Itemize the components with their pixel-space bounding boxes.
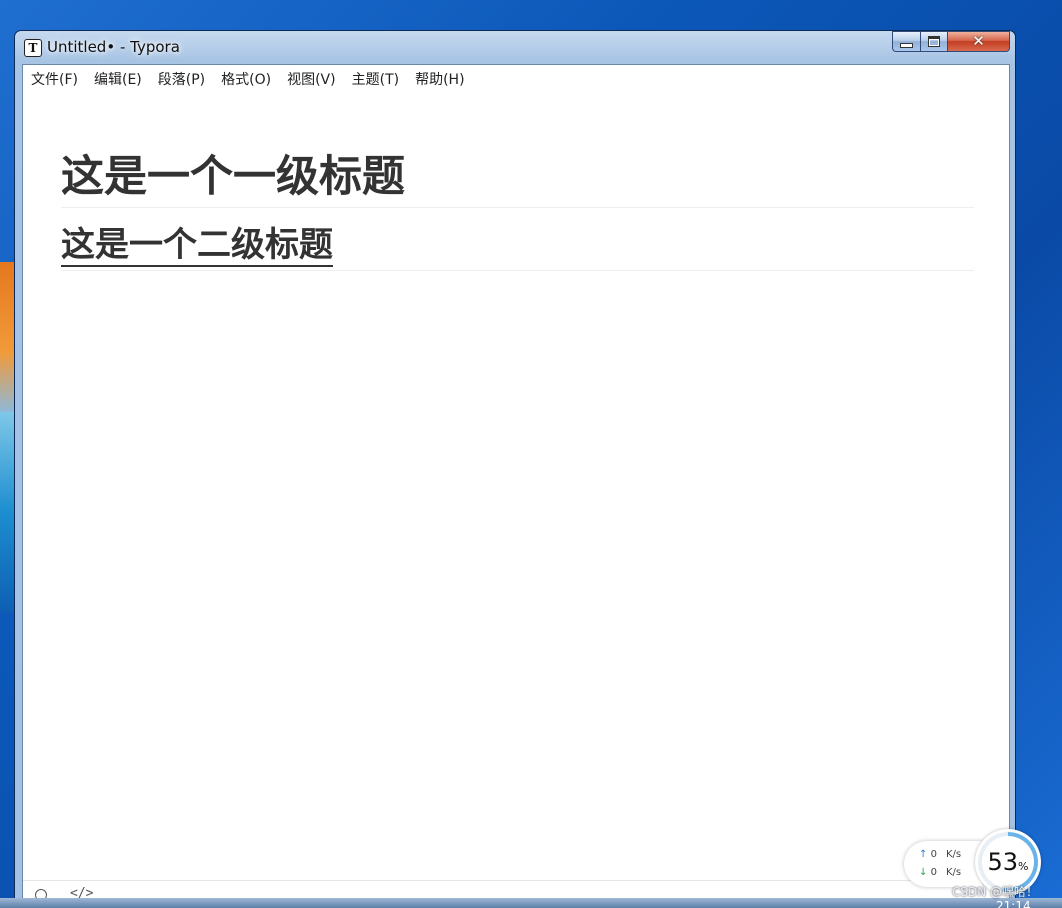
download-unit: K/s [946, 867, 962, 878]
heading-level-2[interactable]: 这是一个二级标题 [61, 224, 974, 271]
menu-help[interactable]: 帮助(H) [415, 69, 464, 89]
cpu-usage-value: 53 [987, 848, 1019, 876]
typora-app-icon[interactable]: T [24, 39, 42, 57]
upload-speed: ↑ 0 [919, 849, 937, 860]
heading-level-1[interactable]: 这是一个一级标题 [61, 151, 974, 208]
close-button[interactable]: ✕ [947, 31, 1010, 52]
client-area: 文件(F) 编辑(E) 段落(P) 格式(O) 视图(V) 主题(T) 帮助(H… [22, 64, 1010, 908]
cpu-usage-unit: % [1018, 860, 1029, 873]
menu-theme[interactable]: 主题(T) [352, 69, 399, 89]
menu-edit[interactable]: 编辑(E) [94, 69, 142, 89]
taskbar-clock[interactable]: 21:14 [996, 899, 1031, 908]
title-bar[interactable]: T Untitled• - Typora ✕ [15, 31, 1015, 64]
upload-unit: K/s [946, 849, 962, 860]
csdn-watermark: CSDN @嘿哈！ [952, 885, 1039, 899]
download-speed: ↓ 0 [919, 867, 937, 878]
menu-paragraph[interactable]: 段落(P) [158, 69, 205, 89]
network-speed-widget[interactable]: ↑ 0 K/s ↓ 0 K/s [904, 841, 982, 887]
heading-level-2-text[interactable]: 这是一个二级标题 [61, 225, 333, 267]
download-value: 0 [930, 867, 937, 878]
editor-area[interactable]: 这是一个一级标题 这是一个二级标题 [61, 151, 974, 271]
menu-format[interactable]: 格式(O) [221, 69, 271, 89]
minimize-button[interactable] [892, 31, 920, 52]
download-arrow-icon: ↓ [919, 867, 928, 878]
caption-buttons: ✕ [892, 31, 1010, 52]
upload-value: 0 [930, 849, 937, 860]
menu-file[interactable]: 文件(F) [31, 69, 78, 89]
upload-arrow-icon: ↑ [919, 849, 928, 860]
maximize-icon [928, 36, 940, 47]
desktop-wallpaper-teal [0, 412, 14, 612]
typora-window: T Untitled• - Typora ✕ 文件(F) 编辑(E) 段落(P)… [14, 30, 1016, 908]
cpu-usage-center: 53% [982, 836, 1034, 888]
taskbar-edge [0, 898, 1062, 908]
close-icon: ✕ [972, 32, 985, 50]
desktop-wallpaper-orange [0, 262, 14, 412]
maximize-button[interactable] [920, 31, 947, 52]
menu-view[interactable]: 视图(V) [287, 69, 336, 89]
menu-bar: 文件(F) 编辑(E) 段落(P) 格式(O) 视图(V) 主题(T) 帮助(H… [23, 65, 1009, 93]
minimize-icon [900, 42, 913, 48]
window-title: Untitled• - Typora [47, 38, 180, 56]
